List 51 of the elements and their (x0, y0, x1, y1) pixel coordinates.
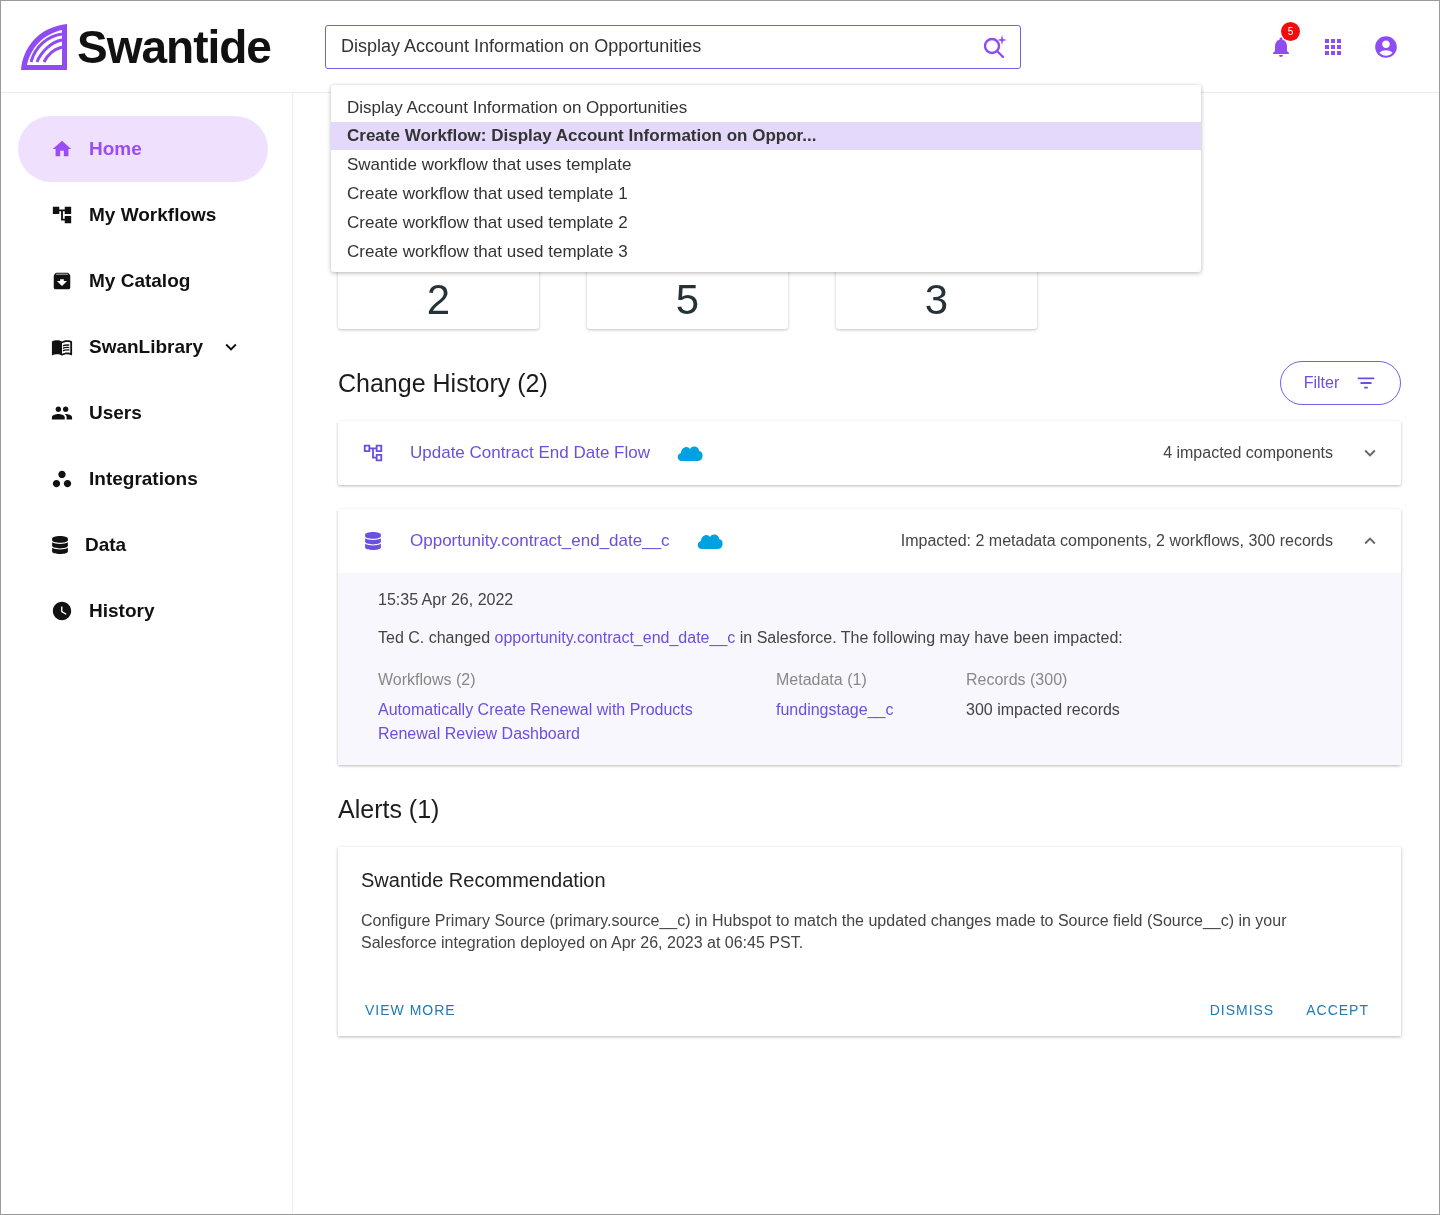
search-field[interactable]: Display Account Information on Opportunities (325, 24, 1021, 69)
nav-item[interactable]: My Workflows (18, 182, 268, 248)
nav-item[interactable]: History (18, 578, 268, 644)
alert-body: Configure Primary Source (primary.source__c) in Hubspot to match the updated changes made to Source field (Source__c) in your Salesforce integration deployed on Apr 26, 2023 at 06:45 PST. (361, 911, 1288, 953)
logo-text: Swantide (77, 19, 271, 74)
nav-icon (51, 600, 73, 622)
suggestion-item[interactable]: Display Account Information on Opportunities (331, 93, 1201, 122)
nav-item[interactable]: SwanLibrary (18, 314, 268, 380)
change-title-link[interactable]: Update Contract End Date Flow (410, 443, 650, 463)
column-heading: Metadata (1) (776, 671, 868, 689)
nav-item[interactable]: Users (18, 380, 268, 446)
nav-icon (51, 468, 73, 490)
nav-item[interactable]: Home (18, 116, 268, 182)
column-heading: Records (300) (966, 671, 1069, 689)
nav-icon (51, 204, 73, 226)
database-icon (364, 532, 382, 550)
column-heading: Workflows (2) (378, 671, 477, 689)
impacted-link[interactable]: Renewal Review Dashboard (378, 725, 776, 743)
notification-badge: 5 (1281, 21, 1300, 41)
workflow-icon (362, 442, 384, 464)
nav-item[interactable]: My Catalog (18, 248, 268, 314)
alert-action-button[interactable]: VIEW MORE (361, 998, 460, 1022)
filter-button[interactable]: Filter (1280, 361, 1401, 405)
change-message: Ted C. changed opportunity.contract_end_date__c in Salesforce. The following may have been impacted: (378, 629, 1124, 647)
impacted-link[interactable]: fundingstage__c (776, 701, 966, 719)
suggestion-item[interactable]: Swantide workflow that uses template (331, 150, 1201, 179)
section-title: Change History (2) (338, 368, 548, 398)
section-title: Alerts (1) (338, 794, 440, 824)
nav-item[interactable]: Integrations (18, 446, 268, 512)
nav-icon (51, 536, 69, 554)
stat-value: 5 (675, 279, 700, 321)
impact-summary: Impacted: 2 metadata components, 2 workflows, 300 records (900, 532, 1333, 550)
stat-value: 2 (426, 279, 451, 321)
suggestion-item[interactable]: Create workflow that used template 2 (331, 208, 1201, 237)
nav-item[interactable]: Data (18, 512, 268, 578)
change-title-link[interactable]: Opportunity.contract_end_date__c (410, 531, 670, 551)
impact-summary: 4 impacted components (1163, 444, 1333, 462)
suggestion-item[interactable]: Create workflow that used template 1 (331, 179, 1201, 208)
alert-action-button[interactable]: DISMISS (1205, 998, 1279, 1022)
account-icon[interactable] (1373, 33, 1399, 60)
impacted-text: 300 impacted records (966, 701, 1121, 719)
impacted-link[interactable]: Automatically Create Renewal with Products (378, 701, 776, 719)
suggestion-item[interactable]: Create Workflow: Display Account Information on Oppor... (331, 122, 1201, 150)
stat-value: 3 (924, 279, 949, 321)
nav-icon (51, 270, 73, 292)
field-link[interactable]: opportunity.contract_end_date__c (494, 629, 736, 646)
alert-action-button[interactable]: ACCEPT (1302, 998, 1373, 1022)
logo-icon (19, 21, 69, 72)
change-time: 15:35 Apr 26, 2022 (378, 591, 515, 609)
suggestion-item[interactable]: Create workflow that used template 3 (331, 237, 1201, 266)
alert-title: Swantide Recommendation (361, 869, 607, 892)
